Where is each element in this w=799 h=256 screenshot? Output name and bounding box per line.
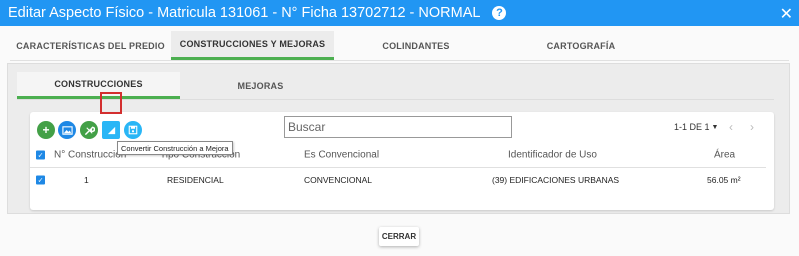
plus-icon: + (42, 123, 50, 137)
select-all-checkbox[interactable]: ✓ (36, 150, 45, 160)
table-row[interactable]: ✓ 1 RESIDENCIAL CONVENCIONAL (39) EDIFIC… (30, 170, 766, 190)
main-tabs: CARACTERÍSTICAS DEL PREDIO CONSTRUCCIONE… (10, 31, 789, 61)
caret-down-icon: ▼ (711, 123, 719, 131)
convert-to-mejora-button[interactable] (102, 121, 120, 139)
tools-button[interactable] (80, 121, 98, 139)
pagination[interactable]: 1-1 DE 1 ▼ (674, 122, 718, 132)
header-n-construccion[interactable]: N° Construcción (54, 150, 126, 161)
tab-construcciones[interactable]: CONSTRUCCIONES (17, 72, 180, 99)
close-icon[interactable]: ✕ (780, 4, 793, 24)
cell-identificador-de-uso: (39) EDIFICACIONES URBANAS (492, 175, 620, 185)
cell-es-convencional: CONVENCIONAL (304, 175, 373, 185)
highlight-box (100, 92, 122, 114)
save-icon (128, 125, 138, 135)
help-icon[interactable]: ? (492, 6, 507, 20)
save-button[interactable] (124, 121, 142, 139)
header-es-convencional[interactable]: Es Convencional (304, 150, 379, 161)
convert-icon (107, 126, 115, 134)
tab-caracteristicas-del-predio[interactable]: CARACTERÍSTICAS DEL PREDIO (10, 31, 171, 60)
dialog-titlebar: Editar Aspecto Físico - Matricula 131061… (0, 0, 799, 26)
close-button[interactable]: CERRAR (379, 227, 419, 246)
tooltip: Convertir Construcción a Mejora (117, 141, 233, 155)
pagination-label: 1-1 DE 1 (674, 122, 710, 132)
image-icon (61, 125, 73, 135)
image-button[interactable] (58, 121, 76, 139)
search-input[interactable] (284, 116, 512, 138)
tab-mejoras[interactable]: MEJORAS (180, 72, 341, 99)
cell-tipo-construccion: RESIDENCIAL (167, 175, 224, 185)
add-construction-button[interactable]: + (37, 121, 55, 139)
cell-area: 56.05 m² (707, 175, 741, 185)
header-identificador-de-uso[interactable]: Identificador de Uso (508, 150, 597, 161)
tab-construcciones-y-mejoras[interactable]: CONSTRUCCIONES Y MEJORAS (171, 31, 334, 60)
tab-colindantes[interactable]: COLINDANTES (334, 31, 498, 60)
chevron-right-icon[interactable]: › (750, 120, 754, 134)
tab-cartografia[interactable]: CARTOGRAFÍA (498, 31, 664, 60)
constructions-panel: CONSTRUCCIONES MEJORAS (7, 63, 790, 214)
table-divider (30, 167, 766, 168)
header-area[interactable]: Área (714, 150, 735, 161)
row-checkbox[interactable]: ✓ (36, 175, 45, 185)
chevron-left-icon[interactable]: ‹ (729, 120, 733, 134)
wrench-icon (84, 126, 95, 135)
dialog-title: Editar Aspecto Físico - Matricula 131061… (8, 5, 481, 21)
cell-n-construccion: 1 (84, 175, 89, 185)
sub-tabs: CONSTRUCCIONES MEJORAS (17, 72, 774, 100)
